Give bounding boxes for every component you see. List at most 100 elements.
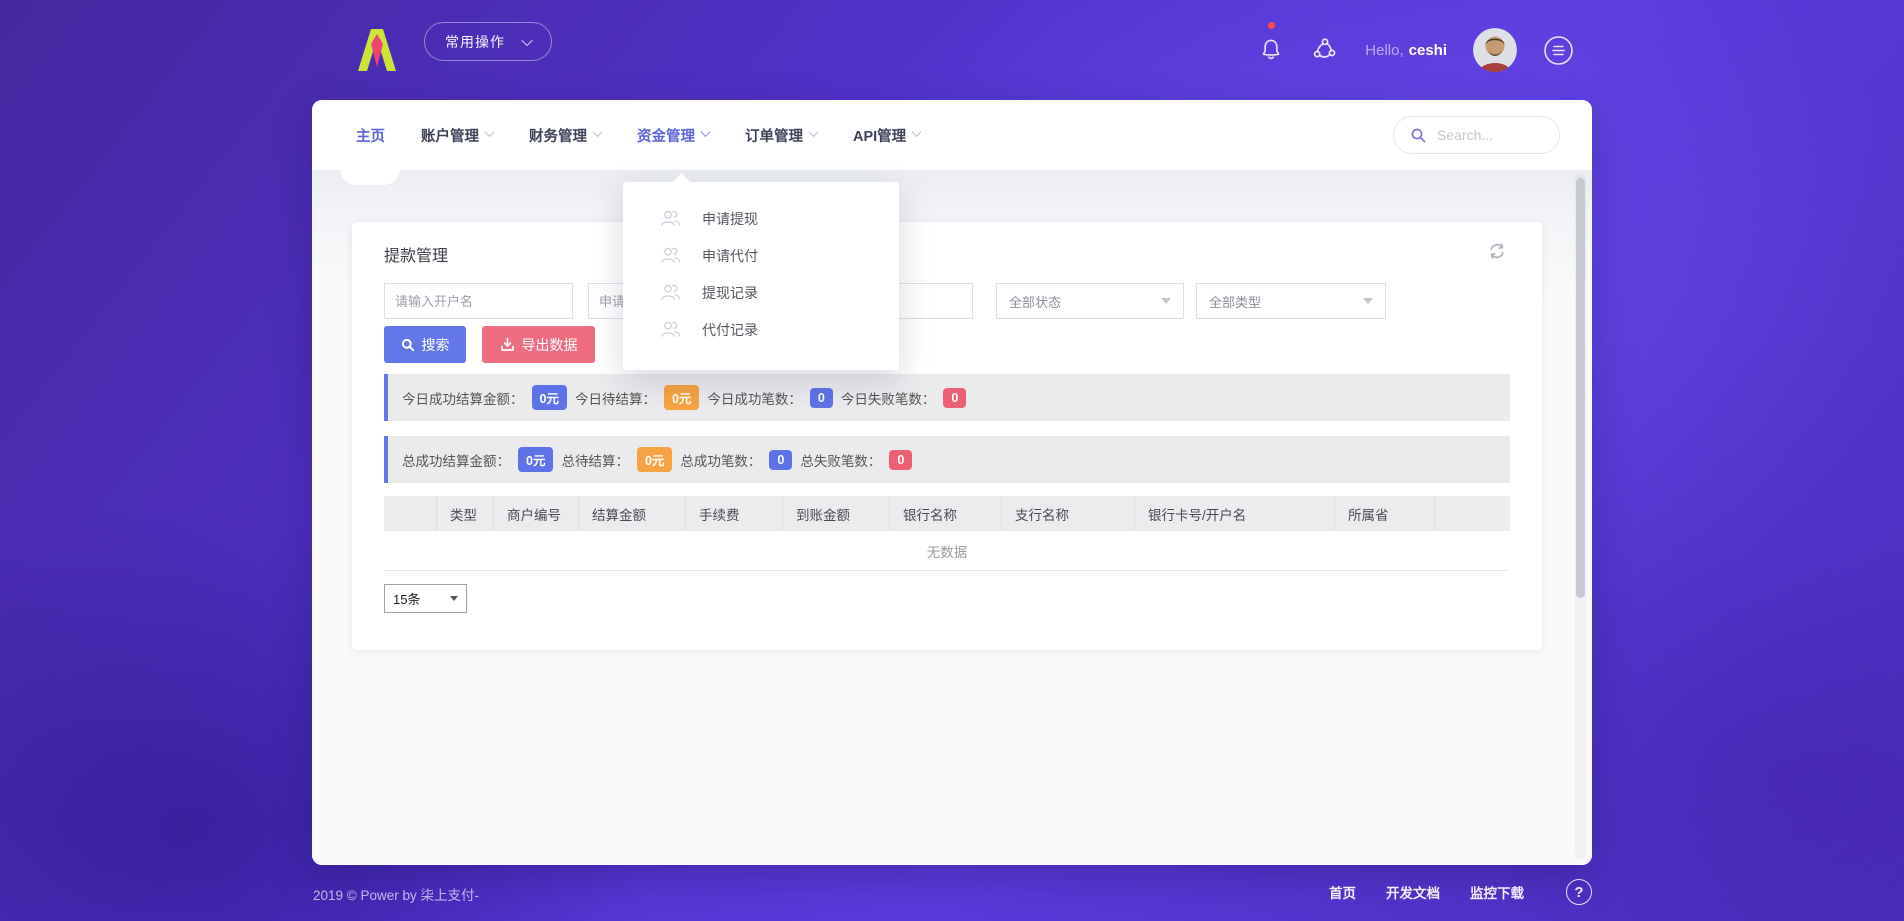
menu-item-withdraw-records[interactable]: 提现记录 xyxy=(623,274,899,311)
nav-item-finance[interactable]: 财务管理 xyxy=(529,125,601,146)
stat-value-badge: 0元 xyxy=(532,385,567,410)
type-select-value: 全部类型 xyxy=(1209,292,1261,311)
menu-burger-button[interactable] xyxy=(1543,35,1574,66)
footer-link-docs[interactable]: 开发文档 xyxy=(1386,882,1440,902)
search-button-label: 搜索 xyxy=(422,335,450,355)
burger-circle-icon xyxy=(1543,35,1574,66)
refresh-icon xyxy=(1488,242,1506,260)
stat-label: 今日待结算： xyxy=(575,388,656,408)
footer-link-monitor[interactable]: 监控下载 xyxy=(1470,882,1524,902)
main-nav: 主页 账户管理 财务管理 资金管理 订单管理 API管理 xyxy=(312,100,1592,170)
caret-down-icon xyxy=(450,596,458,601)
users-icon xyxy=(659,244,682,267)
stat-value-badge: 0元 xyxy=(637,447,672,472)
users-icon xyxy=(659,318,682,341)
nav-label: 主页 xyxy=(356,125,385,146)
footer-links: 首页 开发文档 监控下载 ? xyxy=(1329,879,1592,905)
table-header-row: 类型 商户编号 结算金额 手续费 到账金额 银行名称 支行名称 银行卡号/开户名… xyxy=(384,496,1510,531)
table-header-cell: 类型 xyxy=(437,496,494,531)
type-select[interactable]: 全部类型 xyxy=(1196,283,1386,319)
nav-label: 订单管理 xyxy=(745,125,803,146)
nav-item-api[interactable]: API管理 xyxy=(853,125,920,146)
footer-link-home[interactable]: 首页 xyxy=(1329,882,1356,902)
share-network-button[interactable] xyxy=(1311,36,1339,64)
topbar: 常用操作 Hello,ceshi xyxy=(0,0,1904,100)
notification-dot xyxy=(1268,22,1275,29)
export-data-button[interactable]: 导出数据 xyxy=(482,326,595,363)
quick-actions-dropdown[interactable]: 常用操作 xyxy=(424,22,552,61)
content-area: 提款管理 全部状态 全部类型 xyxy=(312,170,1592,865)
chevron-down-icon xyxy=(593,127,603,137)
table-header-cell xyxy=(384,496,437,531)
funds-dropdown-menu: 申请提现 申请代付 提现记录 代付记录 xyxy=(623,182,899,370)
caret-down-icon xyxy=(1161,298,1171,304)
question-icon: ? xyxy=(1574,884,1583,901)
table-header-cell: 银行名称 xyxy=(890,496,1002,531)
stat-label: 今日成功结算金额： xyxy=(402,388,524,408)
stat-label: 今日成功笔数： xyxy=(707,388,802,408)
table-empty-row: 无数据 xyxy=(384,531,1510,571)
chevron-down-icon xyxy=(485,127,495,137)
chevron-down-icon xyxy=(701,127,711,137)
chevron-down-icon xyxy=(912,127,922,137)
nav-item-orders[interactable]: 订单管理 xyxy=(745,125,817,146)
search-icon xyxy=(401,338,415,352)
table-header-cell: 到账金额 xyxy=(783,496,890,531)
bell-icon xyxy=(1258,37,1284,63)
account-name-input[interactable] xyxy=(384,283,573,319)
stats-total-bar: 总成功结算金额：0元 总待结算：0元 总成功笔数：0 总失败笔数：0 xyxy=(384,436,1510,483)
menu-item-payout-records[interactable]: 代付记录 xyxy=(623,311,899,348)
menu-item-label: 申请代付 xyxy=(702,246,758,266)
refresh-button[interactable] xyxy=(1488,242,1506,260)
menu-item-apply-withdraw[interactable]: 申请提现 xyxy=(623,200,899,237)
export-icon xyxy=(500,337,515,352)
stat-value-badge: 0 xyxy=(889,450,912,470)
status-select[interactable]: 全部状态 xyxy=(996,283,1184,319)
chevron-down-icon xyxy=(521,34,532,45)
app-card: 主页 账户管理 财务管理 资金管理 订单管理 API管理 提款管理 xyxy=(312,100,1592,865)
help-button[interactable]: ? xyxy=(1566,879,1592,905)
quick-actions-label: 常用操作 xyxy=(445,32,505,52)
brand-logo-icon[interactable] xyxy=(354,27,400,73)
users-icon xyxy=(659,281,682,304)
page-title: 提款管理 xyxy=(384,242,448,266)
stat-label: 总待结算： xyxy=(561,450,629,470)
menu-item-label: 申请提现 xyxy=(702,209,758,229)
search-input[interactable] xyxy=(1437,127,1547,143)
stats-today-bar: 今日成功结算金额：0元 今日待结算：0元 今日成功笔数：0 今日失败笔数：0 xyxy=(384,374,1510,421)
scrollbar-thumb[interactable] xyxy=(1576,178,1585,598)
nav-item-accounts[interactable]: 账户管理 xyxy=(421,125,493,146)
nav-label: 资金管理 xyxy=(637,125,695,146)
avatar[interactable] xyxy=(1473,28,1517,72)
menu-item-apply-payout[interactable]: 申请代付 xyxy=(623,237,899,274)
table-header-cell: 结算金额 xyxy=(579,496,686,531)
nav-label: API管理 xyxy=(853,125,906,146)
topbar-right: Hello,ceshi xyxy=(1257,0,1574,100)
table-header-cell: 支行名称 xyxy=(1002,496,1135,531)
table-header-cell: 所属省 xyxy=(1335,496,1435,531)
table-header-cell: 银行卡号/开户名 xyxy=(1135,496,1335,531)
status-select-value: 全部状态 xyxy=(1009,292,1061,311)
search-button[interactable]: 搜索 xyxy=(384,326,466,363)
table-header-filler xyxy=(1435,496,1510,531)
stat-label: 总失败笔数： xyxy=(800,450,881,470)
nav-label: 财务管理 xyxy=(529,125,587,146)
users-icon xyxy=(659,207,682,230)
withdrawal-panel: 提款管理 全部状态 全部类型 xyxy=(352,222,1542,650)
menu-item-label: 提现记录 xyxy=(702,283,758,303)
notifications-bell-button[interactable] xyxy=(1257,36,1285,64)
caret-down-icon xyxy=(1363,298,1373,304)
page-size-select[interactable]: 15条 xyxy=(384,584,467,613)
nav-item-funds[interactable]: 资金管理 xyxy=(637,125,709,146)
export-button-label: 导出数据 xyxy=(522,335,578,355)
stat-label: 今日失败笔数： xyxy=(841,388,936,408)
greeting-text: Hello, xyxy=(1365,42,1403,59)
page-size-value: 15条 xyxy=(393,589,420,608)
stat-value-badge: 0元 xyxy=(518,447,553,472)
stat-value-badge: 0 xyxy=(769,450,792,470)
stat-label: 总成功结算金额： xyxy=(402,450,510,470)
nav-item-home[interactable]: 主页 xyxy=(356,125,385,146)
table-header-cell: 商户编号 xyxy=(494,496,579,531)
global-search xyxy=(1393,116,1560,154)
nav-label: 账户管理 xyxy=(421,125,479,146)
